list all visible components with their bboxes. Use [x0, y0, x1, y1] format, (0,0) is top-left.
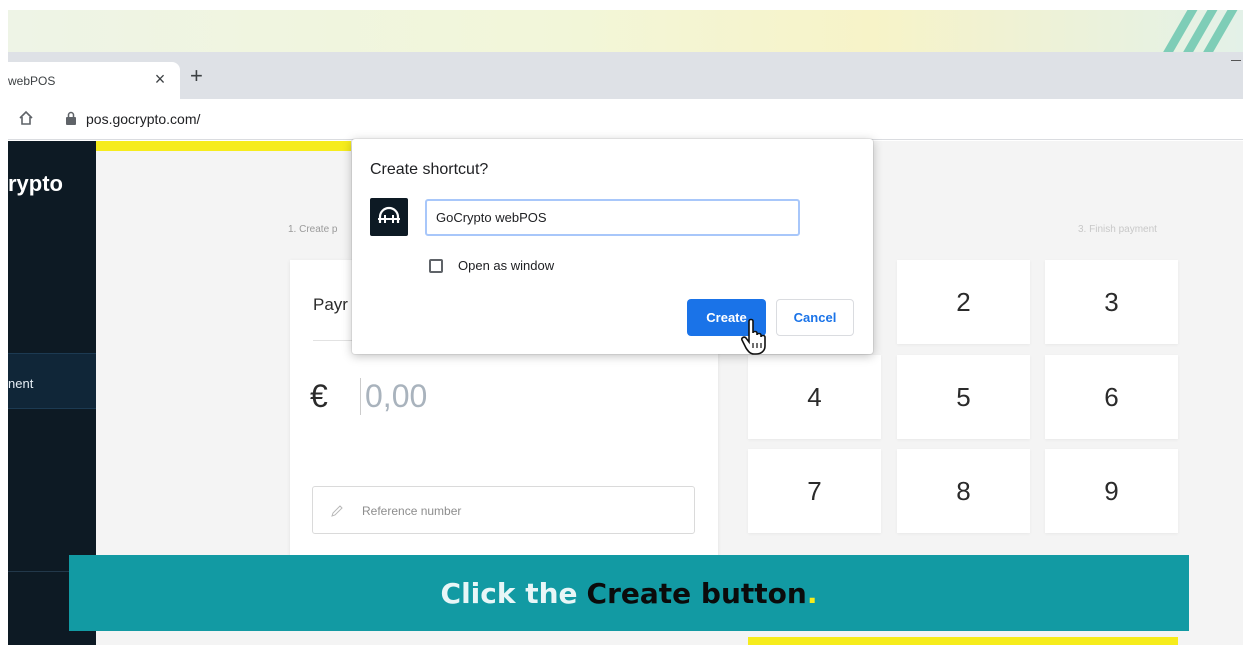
dialog-title: Create shortcut? [370, 161, 489, 178]
new-tab-icon[interactable]: + [190, 65, 203, 87]
keypad-key-6[interactable]: 6 [1045, 355, 1178, 439]
minimize-icon[interactable] [1231, 60, 1241, 61]
keypad-key-3[interactable]: 3 [1045, 260, 1178, 344]
tab-close-icon[interactable]: × [151, 69, 169, 90]
gocrypto-logo-icon [378, 206, 400, 223]
payment-heading: Payr [313, 295, 348, 314]
amount-input[interactable]: 0,00 [360, 378, 427, 415]
keypad-key-2[interactable]: 2 [897, 260, 1030, 344]
reference-number-input[interactable]: Reference number [312, 486, 695, 534]
desktop-background [8, 10, 1243, 52]
keypad-key-8[interactable]: 8 [897, 449, 1030, 533]
address-bar-url[interactable]: pos.gocrypto.com/ [86, 111, 200, 127]
caption-text: Click the [440, 576, 578, 610]
app-icon [370, 198, 408, 236]
tutorial-caption: Click the Create button . [69, 555, 1189, 631]
keypad-key-9[interactable]: 9 [1045, 449, 1178, 533]
pencil-icon [331, 505, 343, 517]
browser-tab-bar: webPOS × + [8, 52, 1243, 99]
keypad-key-5[interactable]: 5 [897, 355, 1030, 439]
tab-title: webPOS [8, 74, 56, 88]
submit-button-edge[interactable] [748, 637, 1178, 645]
step-3-label: 3. Finish payment [1078, 224, 1157, 235]
caption-highlight: Create button [586, 576, 807, 610]
browser-tab[interactable]: webPOS × [8, 62, 180, 99]
open-as-window-checkbox[interactable] [429, 259, 443, 273]
home-icon[interactable] [18, 110, 34, 126]
open-as-window-label[interactable]: Open as window [458, 258, 554, 273]
browser-toolbar: pos.gocrypto.com/ [8, 99, 1243, 140]
keypad-key-7[interactable]: 7 [748, 449, 881, 533]
cancel-button[interactable]: Cancel [776, 299, 854, 336]
sidebar-item-payment[interactable]: nent [8, 353, 96, 409]
lock-icon[interactable] [65, 111, 77, 125]
create-shortcut-dialog: Create shortcut? Open as window Create C… [352, 139, 873, 354]
currency-symbol: € [310, 378, 328, 414]
keypad-key-4[interactable]: 4 [748, 355, 881, 439]
reference-placeholder: Reference number [362, 504, 462, 518]
hand-cursor-icon [741, 318, 766, 355]
brand-logo-text: rypto [8, 171, 63, 196]
step-1-label: 1. Create p [288, 224, 338, 235]
sidebar-item-label: nent [8, 376, 34, 391]
shortcut-name-input[interactable] [425, 199, 800, 236]
caption-period: . [806, 576, 818, 610]
progress-bar [96, 141, 351, 151]
